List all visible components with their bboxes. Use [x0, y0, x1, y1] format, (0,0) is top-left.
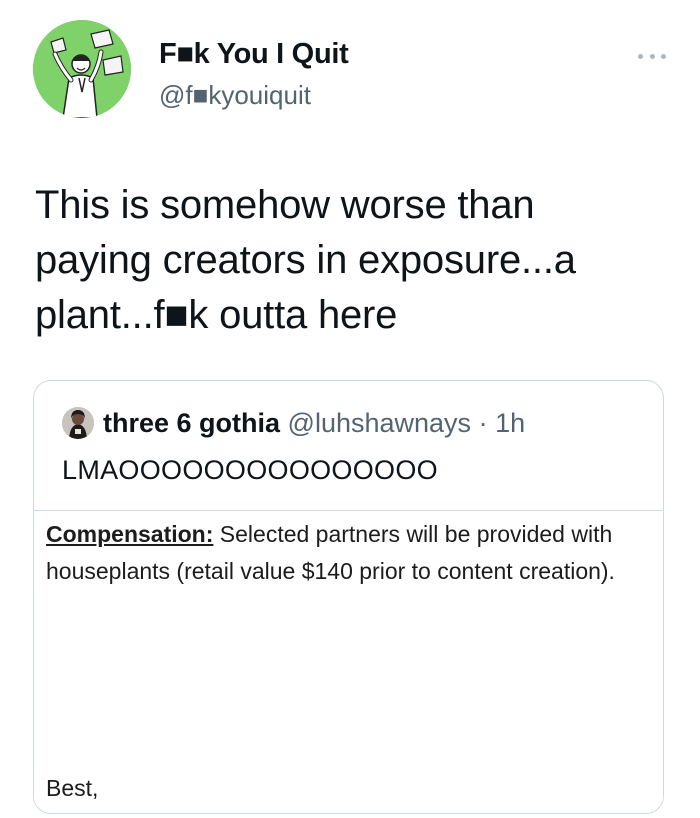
tweet-text: This is somehow worse than paying creato… — [35, 183, 576, 337]
author-handle[interactable]: @f■kyouiquit — [159, 80, 311, 111]
quoted-handle[interactable]: @luhshawnays — [288, 408, 472, 438]
quoted-tweet-header: three 6 gothia @luhshawnays · 1h — [103, 408, 525, 439]
author-avatar[interactable] — [33, 20, 131, 118]
quoted-tweet-text: LMAOOOOOOOOOOOOOOO — [62, 455, 438, 485]
document-closing: Best, — [46, 775, 99, 801]
quoted-timestamp[interactable]: 1h — [495, 408, 525, 438]
document-text: Compensation: Selected partners will be … — [46, 516, 646, 590]
author-display-name[interactable]: F■k You I Quit — [159, 38, 349, 71]
quoted-author-avatar[interactable] — [62, 407, 94, 439]
compensation-label: Compensation: — [46, 521, 214, 547]
quitting-man-illustration — [33, 20, 131, 118]
separator-dot: · — [478, 408, 488, 438]
more-horizontal-icon[interactable] — [638, 49, 666, 63]
quoted-display-name[interactable]: three 6 gothia — [103, 408, 280, 438]
quoted-tweet-card[interactable]: three 6 gothia @luhshawnays · 1h LMAOOOO… — [33, 380, 664, 814]
quoted-document-image[interactable]: Compensation: Selected partners will be … — [34, 511, 663, 813]
